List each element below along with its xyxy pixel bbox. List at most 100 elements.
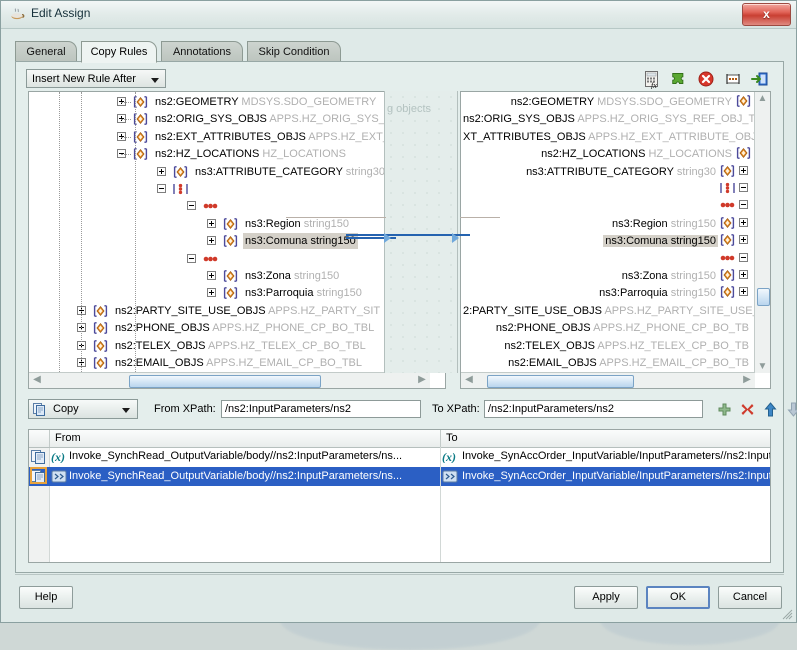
- node-name: ns2:HZ_LOCATIONS: [541, 148, 645, 160]
- source-tree-row[interactable]: [29, 198, 387, 214]
- source-tree-row[interactable]: [29, 251, 387, 267]
- source-tree-row[interactable]: [29, 181, 387, 197]
- function-icon[interactable]: fx: [642, 69, 666, 91]
- target-tree-row[interactable]: ns3:Parroquia string150: [461, 285, 751, 301]
- to-xpath-input[interactable]: [484, 400, 703, 418]
- target-tree-row[interactable]: XT_ATTRIBUTES_OBJS APPS.HZ_EXT_ATTRIBUTE…: [461, 129, 751, 145]
- move-up-button[interactable]: [762, 401, 779, 418]
- cancel-button[interactable]: Cancel: [718, 586, 782, 609]
- source-tree-row-label: ns3:Zona string150: [243, 268, 341, 284]
- source-tree-row[interactable]: ns2:EMAIL_OBJS APPS.HZ_EMAIL_CP_BO_TBL: [29, 355, 387, 371]
- tab-general[interactable]: General: [15, 41, 77, 62]
- target-tree-row[interactable]: ns2:ORIG_SYS_OBJS APPS.HZ_ORIG_SYS_REF_O…: [461, 111, 751, 127]
- collapse-node-icon[interactable]: [739, 253, 748, 262]
- delete-rule-button[interactable]: [739, 401, 756, 418]
- expand-node-icon[interactable]: [207, 271, 216, 280]
- scroll-right-icon[interactable]: ▶: [416, 374, 428, 385]
- export-icon[interactable]: [750, 69, 774, 91]
- table-row[interactable]: (x)Invoke_SynchRead_OutputVariable/body/…: [29, 447, 770, 466]
- scroll-up-icon[interactable]: ▲: [755, 93, 770, 104]
- source-tree-row[interactable]: ns3:Parroquia string150: [29, 285, 387, 301]
- target-tree-row[interactable]: ns2:GEOMETRY MDSYS.SDO_GEOMETRY: [461, 94, 751, 110]
- target-tree-row[interactable]: ns2:TELEX_OBJS APPS.HZ_TELEX_CP_BO_TB: [461, 338, 751, 354]
- target-tree-row[interactable]: [461, 198, 751, 214]
- expand-node-icon[interactable]: [207, 288, 216, 297]
- source-tree-row-label: ns2:HZ_LOCATIONS HZ_LOCATIONS: [153, 146, 348, 162]
- close-button[interactable]: x: [742, 3, 791, 26]
- copy-rules-table[interactable]: From To (x)Invoke_SynchRead_OutputVariab…: [28, 429, 771, 563]
- source-tree-row[interactable]: ns2:GEOMETRY MDSYS.SDO_GEOMETRY: [29, 94, 387, 110]
- source-tree-row[interactable]: ns2:EXT_ATTRIBUTES_OBJS APPS.HZ_EXT_AT: [29, 129, 387, 145]
- target-tree-row[interactable]: ns2:EMAIL_OBJS APPS.HZ_EMAIL_CP_BO_TB: [461, 355, 751, 371]
- node-name: ns2:TELEX_OBJS: [115, 340, 206, 352]
- source-tree-row[interactable]: ns3:Comuna string150: [29, 233, 387, 249]
- target-tree-hscrollbar[interactable]: ◀ ▶: [461, 372, 755, 388]
- target-tree-panel[interactable]: ns2:GEOMETRY MDSYS.SDO_GEOMETRYns2:ORIG_…: [460, 91, 771, 389]
- source-tree-row[interactable]: ns3:ATTRIBUTE_CATEGORY string30: [29, 164, 387, 180]
- scroll-left-icon[interactable]: ◀: [463, 374, 475, 385]
- mapping-canvas[interactable]: g objects: [384, 91, 458, 373]
- operation-combo[interactable]: Copy: [28, 399, 138, 419]
- source-tree-hscroll-thumb[interactable]: [129, 375, 321, 388]
- add-rule-button[interactable]: [716, 401, 733, 418]
- add-puzzle-icon[interactable]: [669, 69, 693, 91]
- region-guide-line: [286, 217, 386, 218]
- scroll-left-icon[interactable]: ◀: [31, 374, 43, 385]
- delete-icon[interactable]: [696, 69, 720, 91]
- source-tree-row[interactable]: ns2:ORIG_SYS_OBJS APPS.HZ_ORIG_SYS_RE: [29, 111, 387, 127]
- expand-node-icon[interactable]: [739, 270, 748, 279]
- target-tree-row[interactable]: ns2:PHONE_OBJS APPS.HZ_PHONE_CP_BO_TB: [461, 320, 751, 336]
- source-tree-hscrollbar[interactable]: ◀ ▶: [29, 372, 430, 388]
- tab-copy-rules[interactable]: Copy Rules: [81, 41, 157, 63]
- target-tree-row[interactable]: ns3:Zona string150: [461, 268, 751, 284]
- expand-node-icon[interactable]: [207, 236, 216, 245]
- source-tree-row[interactable]: ns3:Zona string150: [29, 268, 387, 284]
- node-type: string30: [677, 166, 716, 178]
- expand-node-icon[interactable]: [739, 287, 748, 296]
- expand-node-icon[interactable]: [157, 167, 166, 176]
- collapse-node-icon[interactable]: [187, 201, 196, 210]
- target-tree-row[interactable]: ns3:ATTRIBUTE_CATEGORY string30: [461, 164, 751, 180]
- expand-node-icon[interactable]: [739, 166, 748, 175]
- target-tree-vscroll-thumb[interactable]: [757, 288, 770, 306]
- expand-node-icon[interactable]: [207, 219, 216, 228]
- target-tree-row[interactable]: ns2:HZ_LOCATIONS HZ_LOCATIONS: [461, 146, 751, 162]
- tab-skip-condition[interactable]: Skip Condition: [247, 41, 341, 62]
- table-row[interactable]: Invoke_SynchRead_OutputVariable/body//ns…: [29, 467, 770, 486]
- source-tree-row[interactable]: ns2:PARTY_SITE_USE_OBJS APPS.HZ_PARTY_SI…: [29, 303, 387, 319]
- scroll-right-icon[interactable]: ▶: [741, 374, 753, 385]
- source-tree-row[interactable]: ns2:TELEX_OBJS APPS.HZ_TELEX_CP_BO_TBL: [29, 338, 387, 354]
- collapse-node-icon[interactable]: [157, 184, 166, 193]
- from-xpath-input[interactable]: [221, 400, 421, 418]
- column-header-to[interactable]: To: [446, 432, 458, 444]
- expand-node-icon[interactable]: [739, 235, 748, 244]
- collapse-node-icon[interactable]: [739, 200, 748, 209]
- target-tree-row[interactable]: ns3:Comuna string150: [461, 233, 751, 249]
- help-button[interactable]: Help: [19, 586, 73, 609]
- move-down-button[interactable]: [785, 401, 797, 418]
- source-tree-row[interactable]: ns2:PHONE_OBJS APPS.HZ_PHONE_CP_BO_TBL: [29, 320, 387, 336]
- tab-annotations[interactable]: Annotations: [161, 41, 243, 62]
- resize-grip-icon[interactable]: [781, 608, 793, 620]
- target-tree-row[interactable]: [461, 251, 751, 267]
- expand-node-icon[interactable]: [739, 218, 748, 227]
- target-tree-hscroll-thumb[interactable]: [487, 375, 634, 388]
- node-name: ns3:Comuna: [605, 235, 667, 247]
- target-tree-row[interactable]: [461, 181, 751, 197]
- rename-icon[interactable]: [723, 69, 747, 91]
- collapse-node-icon[interactable]: [187, 254, 196, 263]
- close-icon: x: [743, 7, 790, 21]
- source-tree-row[interactable]: ns2:HZ_LOCATIONS HZ_LOCATIONS: [29, 146, 387, 162]
- scroll-down-icon[interactable]: ▼: [755, 361, 770, 372]
- collapse-node-icon[interactable]: [739, 183, 748, 192]
- copy-icon: [33, 403, 46, 419]
- apply-button[interactable]: Apply: [574, 586, 638, 609]
- column-header-from[interactable]: From: [55, 432, 81, 444]
- insert-rule-combo[interactable]: Insert New Rule After: [26, 69, 166, 88]
- source-tree-row[interactable]: ns3:Region string150: [29, 216, 387, 232]
- target-tree-vscrollbar[interactable]: ▲ ▼: [754, 92, 770, 373]
- target-tree-row[interactable]: 2:PARTY_SITE_USE_OBJS APPS.HZ_PARTY_SITE…: [461, 303, 751, 319]
- target-tree-row[interactable]: ns3:Region string150: [461, 216, 751, 232]
- target-tree-row-label: ns2:EMAIL_OBJS APPS.HZ_EMAIL_CP_BO_TB: [506, 357, 751, 369]
- ok-button[interactable]: OK: [646, 586, 710, 609]
